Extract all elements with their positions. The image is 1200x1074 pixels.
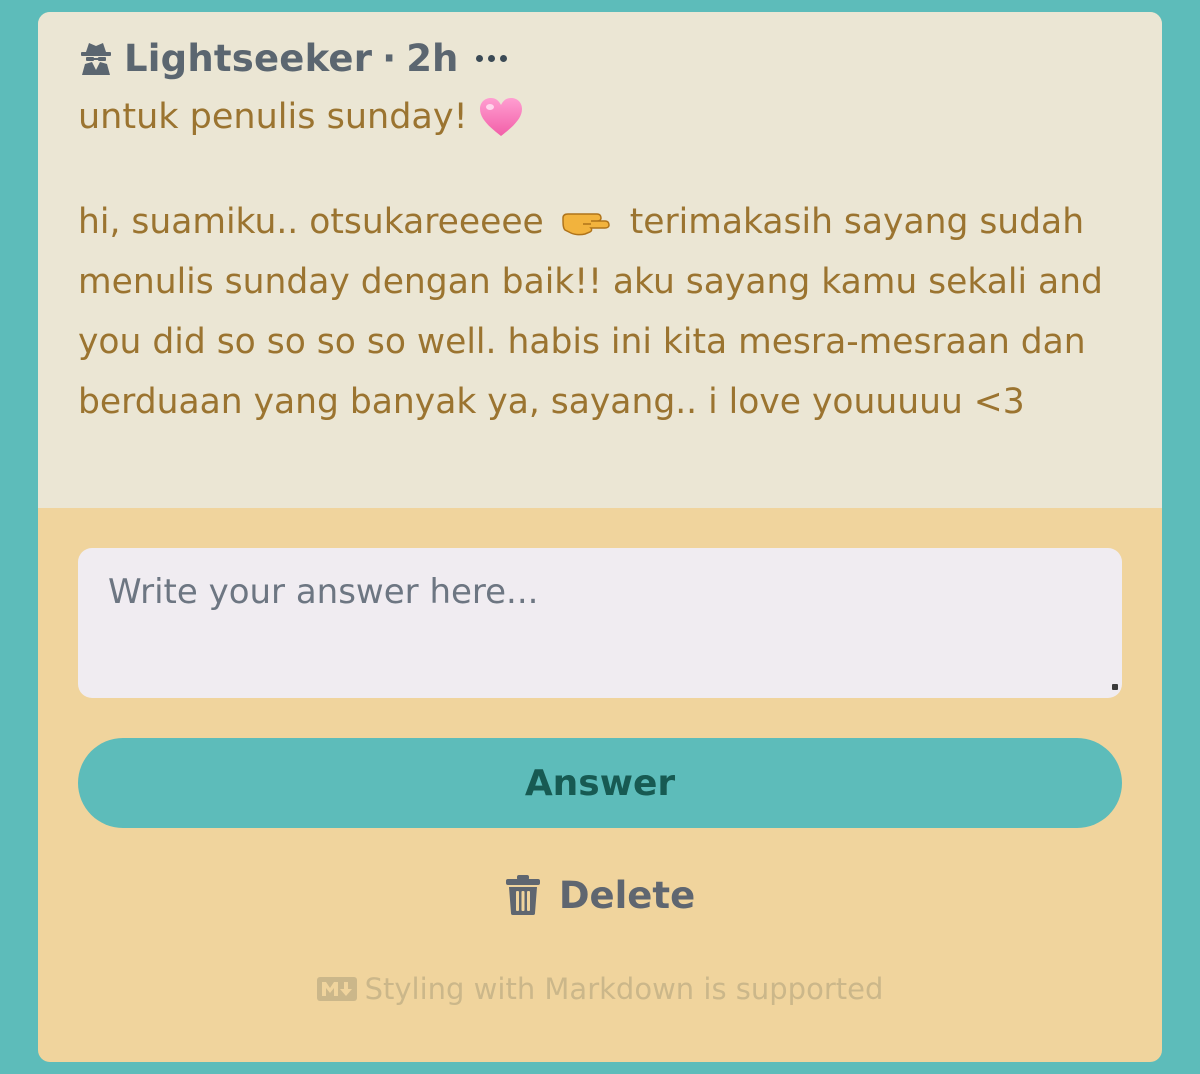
meta-separator: · <box>382 36 397 80</box>
question-card: Lightseeker · 2h untuk penulis sunday! h… <box>38 12 1162 1062</box>
delete-label: Delete <box>558 873 696 917</box>
spy-icon <box>81 43 111 75</box>
answer-input[interactable] <box>78 548 1122 698</box>
delete-button[interactable]: Delete <box>499 870 701 920</box>
post-time: 2h <box>406 36 459 80</box>
more-icon[interactable] <box>476 54 508 62</box>
markdown-note: Styling with Markdown is supported <box>78 972 1122 1006</box>
heart-icon <box>479 98 522 136</box>
pointing-hand-icon <box>562 212 610 235</box>
answer-section: Answer Delete Styling with Markdown is s… <box>38 508 1162 1006</box>
markdown-icon <box>316 977 357 1001</box>
resize-handle[interactable] <box>1112 684 1118 690</box>
post-meta: Lightseeker · 2h <box>78 36 1122 80</box>
question-body: hi, suamiku.. otsukareeeee terimakasih s… <box>78 192 1128 432</box>
body-text-start: hi, suamiku.. otsukareeeee <box>78 202 544 242</box>
subject-text: untuk penulis sunday! <box>78 97 468 137</box>
author-name[interactable]: Lightseeker <box>124 37 372 80</box>
markdown-note-text: Styling with Markdown is supported <box>364 972 884 1006</box>
question-section: Lightseeker · 2h untuk penulis sunday! h… <box>38 12 1162 508</box>
answer-button[interactable]: Answer <box>78 738 1122 828</box>
question-subject: untuk penulis sunday! <box>78 94 1122 140</box>
trash-icon <box>505 875 540 915</box>
